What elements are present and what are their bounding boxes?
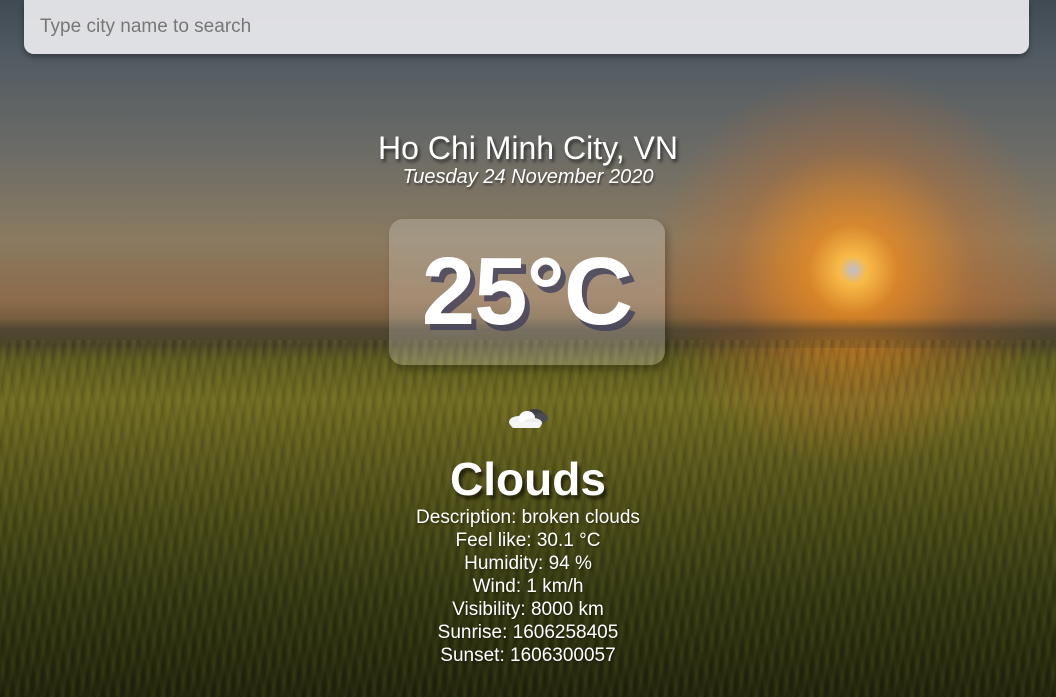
location-name: Ho Chi Minh City, VN (378, 130, 678, 166)
weather-details: Description: broken clouds Feel like: 30… (0, 506, 1056, 667)
temperature-box: 25°C (389, 219, 665, 365)
detail-wind: Wind: 1 km/h (472, 576, 584, 597)
weather-main: Clouds (450, 453, 606, 505)
detail-feels-like: Feel like: 30.1 °C (455, 530, 601, 551)
detail-visibility: Visibility: 8000 km (452, 599, 604, 620)
detail-sunset: Sunset: 1606300057 (440, 645, 616, 666)
search-input[interactable] (24, 0, 1029, 54)
detail-description: Description: broken clouds (416, 507, 640, 528)
detail-humidity: Humidity: 94 % (464, 553, 592, 574)
current-date: Tuesday 24 November 2020 (402, 166, 654, 188)
detail-sunrise: Sunrise: 1606258405 (437, 622, 619, 643)
temperature-value: 25°C (421, 238, 633, 345)
search-bar (24, 0, 1029, 54)
cloud-icon (505, 404, 551, 432)
